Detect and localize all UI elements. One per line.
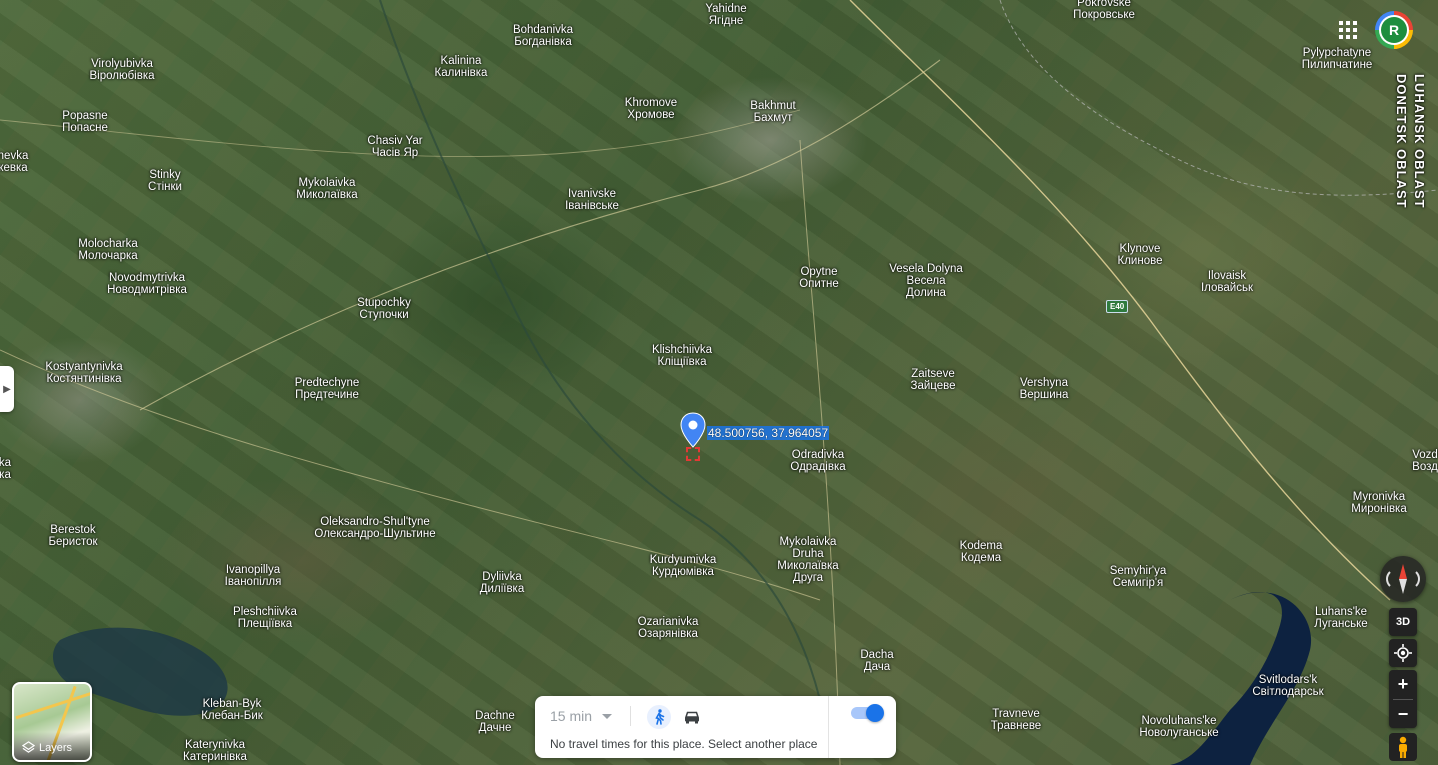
place-label[interactable]: Mykolaivka Druha Миколаївка Друга [776, 536, 840, 584]
place-label[interactable]: Vesela Dolyna Весела Долина [889, 263, 963, 299]
car-icon [684, 711, 700, 724]
travel-time-options: 15 min No travel times for this place. S… [535, 696, 828, 758]
place-label[interactable]: Travneve Травневе [991, 708, 1041, 732]
place-label[interactable]: Kurdyumivka Курдюмівка [650, 554, 716, 578]
place-label[interactable]: Semyhir'ya Семигір'я [1110, 565, 1167, 589]
place-label[interactable]: nevka кевка [0, 150, 28, 174]
map-roads-and-water [0, 0, 1438, 765]
place-label[interactable]: Predtechyne Предтечине [295, 377, 360, 401]
place-label[interactable]: Pylypchatyne Пилипчатине [1302, 47, 1373, 71]
expand-side-panel-button[interactable]: ▶ [0, 366, 14, 412]
place-label[interactable]: Dachne Дачне [475, 710, 515, 734]
place-label[interactable]: Ilovaisk Іловайськ [1201, 270, 1253, 294]
place-label[interactable]: Novoluhans'ke Новолуганське [1139, 715, 1218, 739]
zoom-in-button[interactable]: + [1389, 670, 1417, 699]
zoom-controls: + − [1389, 670, 1417, 728]
place-label[interactable]: Pleshchiivka Плещіївка [233, 606, 297, 630]
place-label[interactable]: Ivanivske Іванівське [565, 188, 619, 212]
place-label[interactable]: Popasne Попасне [62, 110, 108, 134]
toggle-knob [866, 704, 884, 722]
place-label[interactable]: Luhans'ke Луганське [1314, 606, 1367, 630]
place-label[interactable]: Kalinina Калинівка [435, 55, 488, 79]
layers-caption: Layers [14, 732, 90, 760]
place-label[interactable]: Berestok Беристок [48, 524, 97, 548]
place-label[interactable]: Molocharka Молочарка [78, 238, 137, 262]
street-view-pegman-button[interactable] [1389, 733, 1417, 761]
place-label[interactable]: Kodema Кодема [960, 540, 1003, 564]
3d-label: 3D [1395, 616, 1411, 628]
place-label[interactable]: Zaitseve Зайцеве [911, 368, 956, 392]
travel-toggle-area [828, 696, 896, 758]
my-location-icon [1394, 644, 1412, 662]
place-label[interactable]: Virolyubivka Віролюбівка [89, 58, 154, 82]
divider [630, 706, 631, 726]
place-label[interactable]: Dyliivka Диліївка [480, 571, 524, 595]
place-label[interactable]: Katerynivka Катеринівка [183, 739, 247, 763]
compass-icon [1386, 564, 1420, 594]
place-label[interactable]: Myronivka Миронівка [1351, 491, 1407, 515]
walking-mode-button[interactable] [647, 705, 671, 729]
place-label[interactable]: Pokrovske Покровське [1073, 0, 1135, 21]
driving-mode-button[interactable] [680, 705, 704, 729]
location-pin-icon[interactable] [680, 412, 706, 448]
place-label[interactable]: Ivanopillya Іванопілля [225, 564, 282, 588]
place-label[interactable]: Bakhmut Бахмут [750, 100, 795, 124]
place-label[interactable]: Opytne Опитне [799, 266, 839, 290]
walking-icon [655, 709, 665, 725]
place-label[interactable]: Ozarianivka Озарянівка [638, 616, 699, 640]
3d-view-button[interactable]: 3D [1389, 608, 1417, 636]
my-location-button[interactable] [1389, 639, 1417, 667]
google-apps-grid-icon[interactable] [1339, 21, 1357, 39]
travel-time-select[interactable]: 15 min [550, 708, 613, 724]
layers-preview-road [15, 691, 90, 720]
place-label[interactable]: Klishchiivka Кліщіївка [652, 344, 712, 368]
place-label[interactable]: ka ка [0, 457, 11, 481]
chevron-right-icon: ▶ [3, 383, 11, 395]
place-label[interactable]: Vershyna Вершина [1020, 377, 1069, 401]
travel-time-message: No travel times for this place. Select a… [550, 737, 818, 751]
layers-button[interactable]: Layers [12, 682, 92, 762]
zoom-out-button[interactable]: − [1389, 700, 1417, 728]
avatar-initial: R [1381, 17, 1407, 43]
travel-time-panel: 15 min No travel times for this place. S… [535, 696, 896, 758]
oblast-label-luhansk: LUHANSK OBLAST [1412, 74, 1427, 209]
place-label[interactable]: Bohdanivka Богданівка [513, 24, 573, 48]
account-avatar[interactable]: R [1375, 11, 1413, 49]
layers-label: Layers [39, 742, 73, 754]
place-label[interactable]: Novodmytrivka Новодмитрівка [107, 272, 187, 296]
place-label[interactable]: Kostyantynivka Костянтинівка [45, 361, 122, 385]
layers-icon [22, 741, 35, 753]
road-shield-e40: E40 [1106, 300, 1129, 313]
place-label[interactable]: Svitlodars'k Світлодарськ [1252, 674, 1323, 698]
place-label[interactable]: Klynove Клинове [1118, 243, 1163, 267]
pegman-icon [1399, 736, 1407, 758]
place-label[interactable]: Odradivka Одрадівка [790, 449, 845, 473]
place-label[interactable]: Chasiv Yar Часів Яр [367, 135, 422, 159]
oblast-label-donetsk: DONETSK OBLAST [1394, 74, 1409, 209]
travel-time-toggle[interactable] [851, 704, 884, 722]
compass-button[interactable] [1380, 556, 1426, 602]
satellite-map[interactable]: Yahidne Ягідне Pokrovske Покровське Bohdan… [0, 0, 1438, 765]
place-label[interactable]: Vozd Возд [1412, 449, 1438, 473]
place-label[interactable]: Dacha Дача [860, 649, 893, 673]
pin-coordinates-label[interactable]: 48.500756, 37.964057 [707, 426, 830, 440]
selected-point-marker [686, 447, 700, 461]
oblast-border [999, 0, 1438, 196]
place-label[interactable]: Yahidne Ягідне [705, 3, 746, 27]
place-label[interactable]: Stupochky Ступочки [357, 297, 411, 321]
place-label[interactable]: Stinky Стінки [148, 169, 182, 193]
place-label[interactable]: Kleban-Byk Клебан-Бик [201, 698, 263, 722]
place-label[interactable]: Oleksandro-Shul'tyne Олександро-Шультине [314, 516, 435, 540]
place-label[interactable]: Khromove Хромове [625, 97, 677, 121]
travel-time-value: 15 min [550, 708, 593, 724]
place-label[interactable]: Mykolaivka Миколаївка [296, 177, 357, 201]
dropdown-caret-icon [602, 713, 613, 719]
